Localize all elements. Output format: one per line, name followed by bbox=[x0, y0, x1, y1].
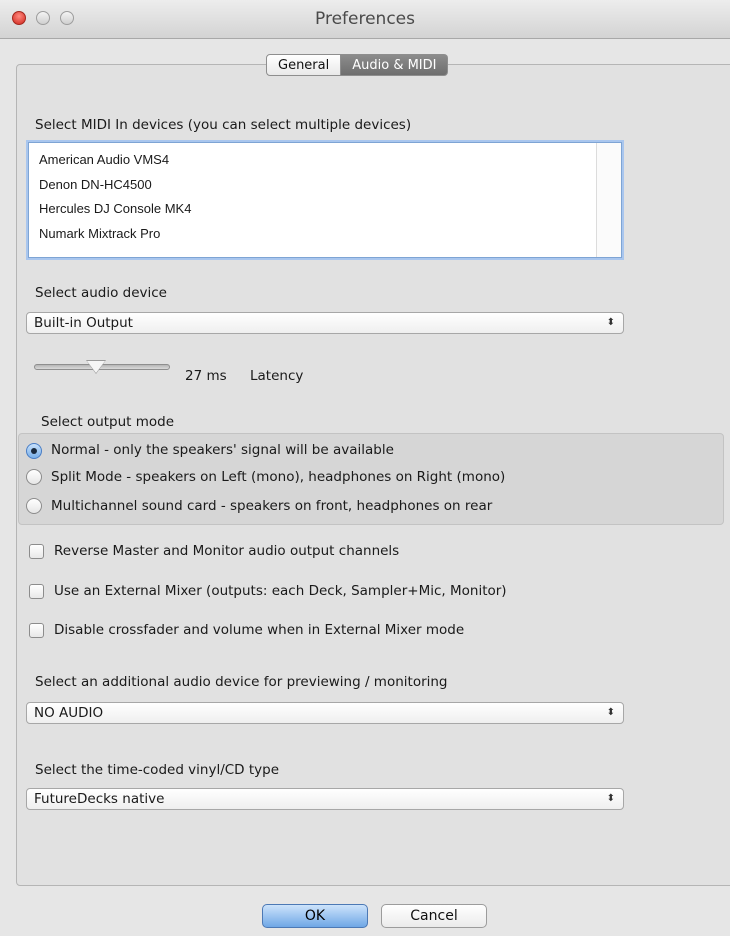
checkbox-external-mixer[interactable] bbox=[29, 584, 44, 599]
vinyl-type-value: FutureDecks native bbox=[34, 791, 165, 807]
latency-slider[interactable] bbox=[34, 360, 170, 374]
select-arrows-icon: ⬍ bbox=[606, 707, 615, 718]
tab-bar: General Audio & MIDI bbox=[266, 54, 449, 76]
audio-device-value: Built-in Output bbox=[34, 315, 133, 331]
radio-normal-label[interactable]: Normal - only the speakers' signal will … bbox=[51, 442, 394, 458]
checkbox-external-mixer-label[interactable]: Use an External Mixer (outputs: each Dec… bbox=[54, 583, 507, 599]
vinyl-type-select[interactable]: FutureDecks native ⬍ bbox=[26, 788, 624, 810]
select-arrows-icon: ⬍ bbox=[606, 317, 615, 328]
list-item[interactable]: Hercules DJ Console MK4 bbox=[39, 197, 191, 222]
midi-devices-label: Select MIDI In devices (you can select m… bbox=[35, 117, 412, 133]
preview-device-value: NO AUDIO bbox=[34, 705, 104, 721]
audio-device-select[interactable]: Built-in Output ⬍ bbox=[26, 312, 624, 334]
latency-label: Latency bbox=[250, 368, 304, 384]
latency-value: 27 ms bbox=[185, 368, 227, 384]
latency-slider-thumb[interactable] bbox=[86, 360, 106, 374]
select-arrows-icon: ⬍ bbox=[606, 793, 615, 804]
checkbox-disable-crossfader-label[interactable]: Disable crossfader and volume when in Ex… bbox=[54, 622, 464, 638]
radio-multichannel[interactable] bbox=[26, 498, 42, 514]
radio-multichannel-label[interactable]: Multichannel sound card - speakers on fr… bbox=[51, 498, 492, 514]
list-item[interactable]: Numark Mixtrack Pro bbox=[39, 222, 191, 247]
list-item[interactable]: Denon DN-HC4500 bbox=[39, 173, 191, 198]
preview-device-select[interactable]: NO AUDIO ⬍ bbox=[26, 702, 624, 724]
output-mode-label: Select output mode bbox=[41, 414, 175, 430]
checkbox-disable-crossfader[interactable] bbox=[29, 623, 44, 638]
checkbox-reverse-master-monitor[interactable] bbox=[29, 544, 44, 559]
checkbox-reverse-master-monitor-label[interactable]: Reverse Master and Monitor audio output … bbox=[54, 543, 399, 559]
radio-normal[interactable] bbox=[26, 443, 42, 459]
tab-audio-midi[interactable]: Audio & MIDI bbox=[341, 54, 449, 76]
midi-devices-list[interactable]: American Audio VMS4 Denon DN-HC4500 Herc… bbox=[28, 142, 622, 258]
preview-device-label: Select an additional audio device for pr… bbox=[35, 674, 448, 690]
audio-device-label: Select audio device bbox=[35, 285, 167, 301]
title-bar: Preferences bbox=[0, 0, 730, 39]
radio-split-mode-label[interactable]: Split Mode - speakers on Left (mono), he… bbox=[51, 469, 505, 485]
vinyl-type-label: Select the time-coded vinyl/CD type bbox=[35, 762, 280, 778]
radio-split-mode[interactable] bbox=[26, 469, 42, 485]
list-item[interactable]: American Audio VMS4 bbox=[39, 148, 191, 173]
list-scrollbar[interactable] bbox=[596, 143, 621, 257]
cancel-button[interactable]: Cancel bbox=[381, 904, 487, 928]
tab-general[interactable]: General bbox=[266, 54, 342, 76]
window-title: Preferences bbox=[315, 9, 415, 29]
ok-button[interactable]: OK bbox=[262, 904, 368, 928]
